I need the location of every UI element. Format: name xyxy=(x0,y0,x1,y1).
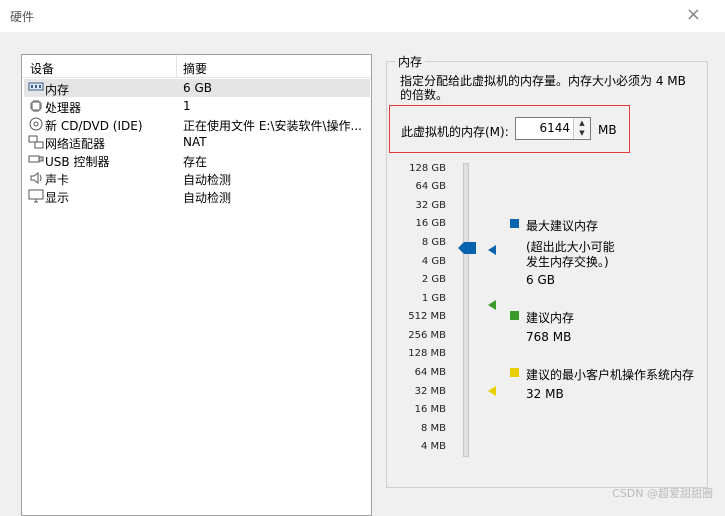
scale-label: 8 GB xyxy=(421,237,446,248)
min-memory-title: 建议的最小客户机操作系统内存 xyxy=(526,368,695,382)
scale-label: 8 MB xyxy=(420,423,446,434)
min-memory-legend-swatch xyxy=(510,368,519,377)
device-summary: 1 xyxy=(183,99,191,113)
window-title: 硬件 xyxy=(10,10,35,24)
device-name: USB 控制器 xyxy=(45,155,110,169)
memory-input[interactable]: 6144 xyxy=(539,121,570,135)
memory-icon xyxy=(28,81,44,95)
scale-label: 4 MB xyxy=(420,441,446,452)
title-bar: 硬件 × xyxy=(0,0,725,32)
scale-label: 16 MB xyxy=(414,404,446,415)
scale-label: 64 GB xyxy=(415,181,446,192)
device-summary: 6 GB xyxy=(183,81,212,95)
device-summary: 正在使用文件 E:\安装软件\操作... xyxy=(183,119,362,133)
device-summary: 自动检测 xyxy=(183,173,232,187)
column-header-device[interactable]: 设备 xyxy=(30,60,54,77)
device-row-processor[interactable]: 处理器 1 xyxy=(24,97,370,115)
device-row-display[interactable]: 显示 自动检测 xyxy=(24,187,370,205)
device-name: 声卡 xyxy=(45,173,70,187)
scale-label: 512 MB xyxy=(408,311,446,322)
scale-label: 32 MB xyxy=(414,386,446,397)
monitor-icon xyxy=(28,189,44,203)
scale-label: 16 GB xyxy=(415,218,446,229)
max-memory-title: 最大建议内存 xyxy=(526,219,599,233)
device-row-usb[interactable]: USB 控制器 存在 xyxy=(24,151,370,169)
memory-description: 指定分配给此虚拟机的内存量。内存大小必须为 4 MB 的倍数。 xyxy=(400,74,686,102)
recommended-memory-title: 建议内存 xyxy=(526,311,575,325)
min-memory-value: 32 MB xyxy=(526,387,564,401)
column-separator[interactable] xyxy=(176,55,177,77)
memory-unit: MB xyxy=(598,123,617,137)
max-memory-value: 6 GB xyxy=(526,273,555,287)
device-row-network[interactable]: 网络适配器 NAT xyxy=(24,133,370,151)
min-memory-marker xyxy=(488,386,496,396)
device-row-sound-card[interactable]: 声卡 自动检测 xyxy=(24,169,370,187)
device-row-cd-dvd[interactable]: 新 CD/DVD (IDE) 正在使用文件 E:\安装软件\操作... xyxy=(24,115,370,133)
max-memory-legend-swatch xyxy=(510,219,519,228)
recommended-memory-legend-swatch xyxy=(510,311,519,320)
max-memory-note: 发生内存交换。) xyxy=(526,255,609,269)
device-name: 网络适配器 xyxy=(45,137,106,151)
device-summary: NAT xyxy=(183,135,207,149)
memory-spinbox[interactable]: 6144 ▲ ▼ xyxy=(515,117,591,140)
network-icon xyxy=(28,135,44,149)
usb-icon xyxy=(28,153,44,167)
scale-label: 256 MB xyxy=(408,330,446,341)
device-name: 处理器 xyxy=(45,101,82,115)
memory-field-label: 此虚拟机的内存(M): xyxy=(401,125,509,139)
scale-label: 128 MB xyxy=(408,348,446,359)
spin-buttons: ▲ ▼ xyxy=(573,118,590,139)
memory-group-label: 内存 xyxy=(395,53,426,70)
recommended-memory-value: 768 MB xyxy=(526,330,572,344)
scale-label: 2 GB xyxy=(421,274,446,285)
column-header-summary[interactable]: 摘要 xyxy=(183,60,207,77)
cpu-icon xyxy=(28,99,44,113)
device-list: 设备 摘要 内存 6 GB 处理器 1 新 CD/DVD (IDE) 正在使用文… xyxy=(21,54,372,516)
watermark: CSDN @超爱甜甜圈 xyxy=(612,487,713,500)
scale-label: 32 GB xyxy=(415,200,446,211)
scale-label: 4 GB xyxy=(421,256,446,267)
max-memory-marker xyxy=(488,245,496,255)
device-name: 内存 xyxy=(45,83,70,97)
scale-label: 1 GB xyxy=(421,293,446,304)
spin-down-button[interactable]: ▼ xyxy=(574,128,590,138)
scale-label: 128 GB xyxy=(409,163,446,174)
scale-label: 64 MB xyxy=(414,367,446,378)
device-name: 新 CD/DVD (IDE) xyxy=(45,119,143,133)
close-button[interactable]: × xyxy=(686,4,701,25)
device-list-header: 设备 摘要 xyxy=(22,55,371,78)
memory-slider-thumb[interactable] xyxy=(458,241,476,255)
recommended-memory-marker xyxy=(488,300,496,310)
device-summary: 存在 xyxy=(183,155,208,169)
memory-slider-track[interactable] xyxy=(463,163,469,457)
device-summary: 自动检测 xyxy=(183,191,232,205)
cd-icon xyxy=(28,117,44,131)
device-row-memory[interactable]: 内存 6 GB xyxy=(24,79,370,97)
speaker-icon xyxy=(28,171,44,185)
device-name: 显示 xyxy=(45,191,70,205)
